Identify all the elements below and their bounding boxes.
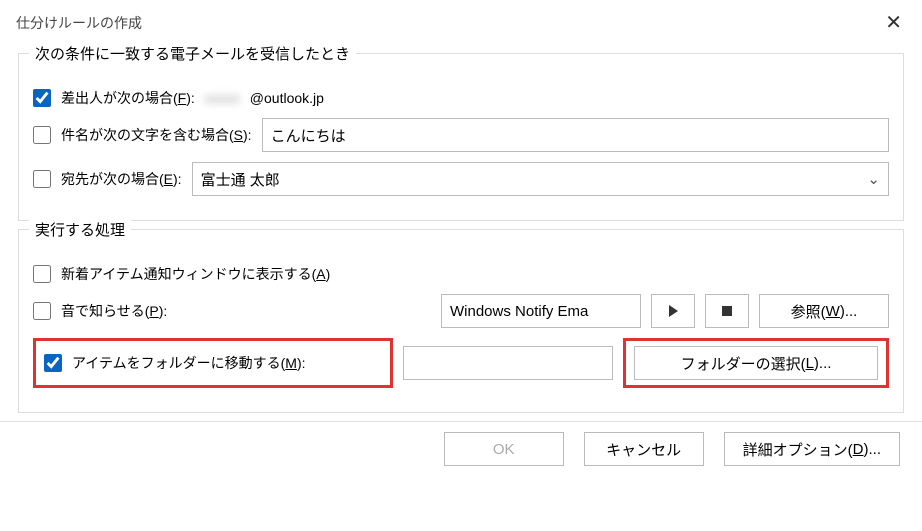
dialog-buttons: OK キャンセル 詳細オプション(D)... xyxy=(0,421,922,476)
subject-checkbox[interactable] xyxy=(33,126,51,144)
highlight-move-option: アイテムをフォルダーに移動する(M): xyxy=(33,338,393,388)
close-icon[interactable]: ✕ xyxy=(875,6,912,39)
select-folder-button[interactable]: フォルダーの選択(L)... xyxy=(634,346,878,380)
to-selected-value: 富士通 太郎 xyxy=(201,169,280,190)
from-value-obscured: xxxxx xyxy=(205,90,240,106)
subject-label: 件名が次の文字を含む場合(S): xyxy=(61,125,252,145)
cancel-button[interactable]: キャンセル xyxy=(584,432,704,466)
sound-label: 音で知らせる(P): xyxy=(61,301,231,321)
to-select[interactable]: 富士通 太郎 ⌄ xyxy=(192,162,889,196)
play-icon xyxy=(669,305,678,317)
ok-button[interactable]: OK xyxy=(444,432,564,466)
sound-checkbox[interactable] xyxy=(33,302,51,320)
stop-icon xyxy=(722,306,732,316)
play-button[interactable] xyxy=(651,294,695,328)
actions-legend: 実行する処理 xyxy=(29,219,131,240)
to-checkbox[interactable] xyxy=(33,170,51,188)
chevron-down-icon: ⌄ xyxy=(867,170,880,188)
move-checkbox[interactable] xyxy=(44,354,62,372)
highlight-select-folder: フォルダーの選択(L)... xyxy=(623,338,889,388)
from-value: @outlook.jp xyxy=(250,90,324,106)
alert-label: 新着アイテム通知ウィンドウに表示する(A) xyxy=(61,264,330,284)
folder-input[interactable] xyxy=(403,346,613,380)
conditions-legend: 次の条件に一致する電子メールを受信したとき xyxy=(29,43,356,64)
browse-button[interactable]: 参照(W)... xyxy=(759,294,889,328)
stop-button[interactable] xyxy=(705,294,749,328)
dialog-title: 仕分けルールの作成 xyxy=(16,13,142,33)
alert-checkbox[interactable] xyxy=(33,265,51,283)
sound-input[interactable] xyxy=(441,294,641,328)
move-label: アイテムをフォルダーに移動する(M): xyxy=(72,353,306,373)
to-label: 宛先が次の場合(E): xyxy=(61,169,182,189)
subject-input[interactable] xyxy=(262,118,889,152)
from-checkbox[interactable] xyxy=(33,89,51,107)
from-label: 差出人が次の場合(F): xyxy=(61,88,195,108)
advanced-button[interactable]: 詳細オプション(D)... xyxy=(724,432,900,466)
conditions-group: 次の条件に一致する電子メールを受信したとき 差出人が次の場合(F): xxxxx… xyxy=(18,53,904,221)
actions-group: 実行する処理 新着アイテム通知ウィンドウに表示する(A) 音で知らせる(P): … xyxy=(18,229,904,413)
